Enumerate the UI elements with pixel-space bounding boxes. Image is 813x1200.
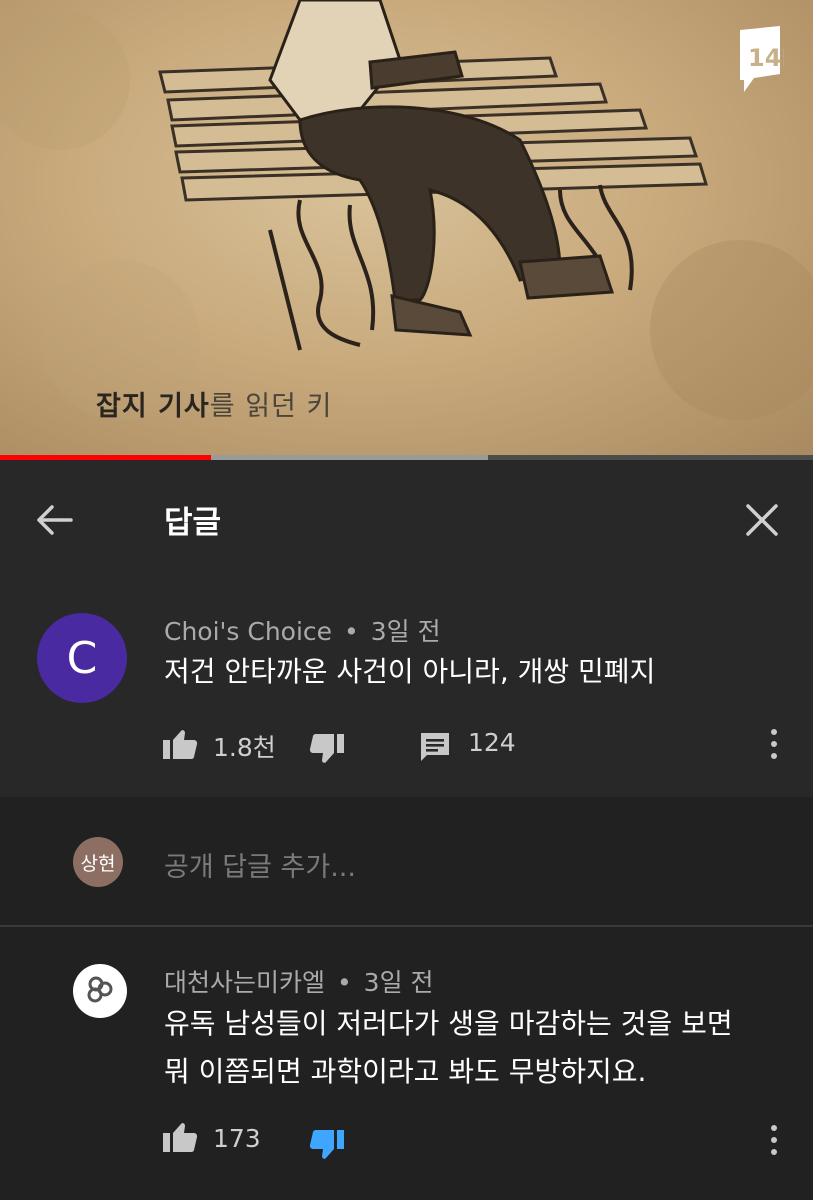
like-button[interactable]: [162, 728, 198, 764]
channel-logo-icon: 14F: [736, 26, 784, 96]
more-vert-icon[interactable]: [769, 1125, 779, 1159]
comment-meta: 대천사는미카엘 • 3일 전: [164, 963, 434, 999]
thumb-down-icon: [309, 734, 344, 763]
parent-comment: C Choi's Choice • 3일 전 저건 안타까운 사건이 아니라, …: [0, 576, 813, 797]
comment-icon: [421, 733, 449, 761]
dislike-button[interactable]: [309, 733, 345, 769]
meta-separator: •: [336, 968, 352, 997]
video-subtitle: 잡지 기사를 읽던 키: [96, 384, 332, 423]
comment-time: 3일 전: [370, 617, 441, 646]
avatar[interactable]: [73, 964, 127, 1018]
comment-text-line-2: 뭐 이쯤되면 과학이라고 봐도 무방하지요.: [164, 1055, 647, 1088]
comment-text: 저건 안타까운 사건이 아니라, 개쌍 민폐지: [164, 655, 656, 688]
avatar-logo-icon: [87, 976, 113, 1003]
reply-comment: 대천사는미카엘 • 3일 전 유독 남성들이 저러다가 생을 마감하는 것을 보…: [0, 927, 813, 1200]
video-player[interactable]: 잡지 기사를 읽던 키 14F: [0, 0, 813, 455]
arrow-back-icon: [37, 505, 73, 535]
subtitle-rest: 를 읽던 키: [209, 391, 333, 422]
comment-author[interactable]: 대천사는미카엘: [164, 968, 325, 997]
close-icon: [746, 504, 778, 536]
avatar[interactable]: C: [37, 613, 127, 703]
subtitle-bold: 잡지 기사: [96, 391, 210, 422]
like-count: 1.8천: [213, 733, 276, 762]
thumb-up-icon: [163, 1123, 198, 1152]
dislike-button-active[interactable]: [309, 1129, 345, 1165]
thumb-up-icon: [163, 730, 198, 759]
close-button[interactable]: [742, 500, 782, 540]
like-count: 173: [213, 1124, 261, 1153]
replies-button[interactable]: [419, 731, 451, 767]
page-title: 답글: [164, 505, 222, 541]
comment-text-line-1: 유독 남성들이 저러다가 생을 마감하는 것을 보면: [164, 1007, 733, 1040]
reply-input-row: 상현 공개 답글 추가...: [0, 797, 813, 925]
meta-separator: •: [344, 617, 359, 646]
thumb-down-icon: [309, 1130, 344, 1159]
avatar[interactable]: 상현: [73, 837, 123, 887]
reply-count: 124: [468, 728, 516, 757]
more-vert-icon[interactable]: [769, 729, 779, 763]
like-button[interactable]: [162, 1121, 198, 1157]
back-button[interactable]: [34, 500, 74, 540]
comment-time: 3일 전: [363, 968, 434, 997]
comment-meta: Choi's Choice • 3일 전: [164, 612, 441, 648]
comment-author[interactable]: Choi's Choice: [164, 617, 332, 646]
replies-header: 답글: [0, 460, 813, 576]
reply-input[interactable]: 공개 답글 추가...: [164, 845, 356, 884]
channel-logo-text: 14F: [748, 44, 784, 72]
